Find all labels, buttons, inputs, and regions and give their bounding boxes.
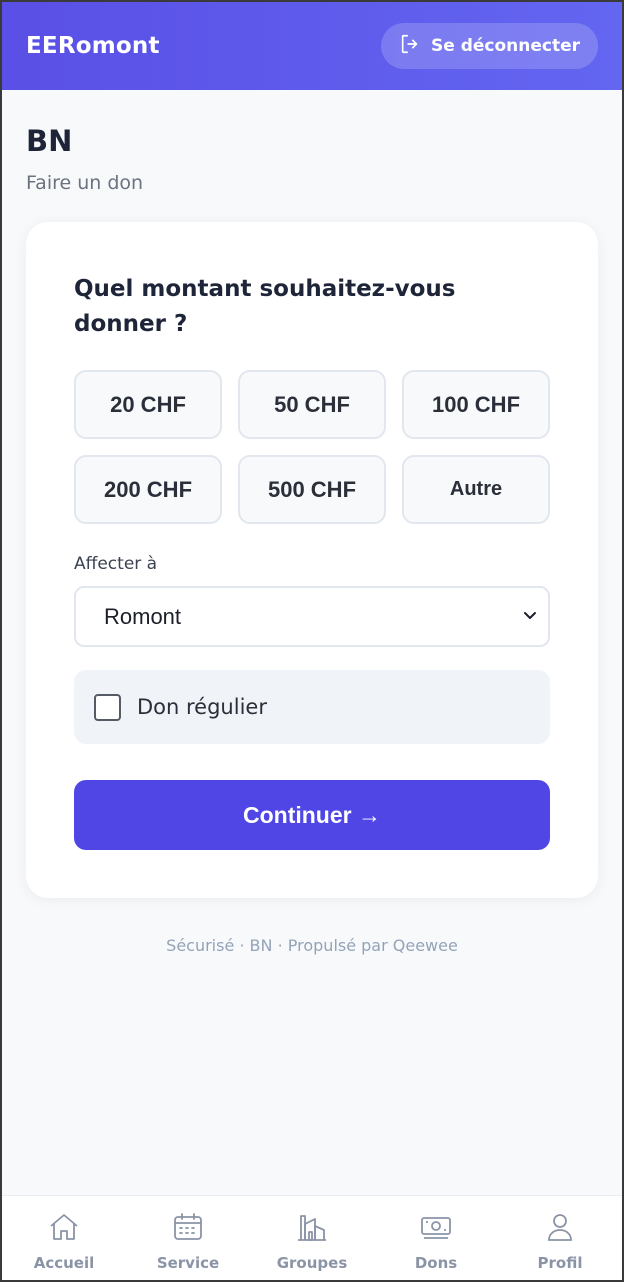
- recurring-label: Don régulier: [137, 695, 267, 719]
- tab-label: Groupes: [276, 1254, 348, 1272]
- amount-grid: 20 CHF 50 CHF 100 CHF 200 CHF 500 CHF Au…: [74, 370, 550, 524]
- tab-groupes[interactable]: Groupes: [250, 1196, 374, 1280]
- assign-select-value: Romont: [104, 603, 182, 629]
- logout-icon: [399, 33, 421, 60]
- amount-option-other[interactable]: Autre: [402, 455, 550, 524]
- amount-option-500[interactable]: 500 CHF: [238, 455, 386, 524]
- donation-question: Quel montant souhaitez-vous donner ?: [74, 276, 456, 337]
- building-icon: [295, 1210, 329, 1248]
- tab-profil[interactable]: Profil: [498, 1196, 622, 1280]
- brand-name: EERomont: [26, 33, 160, 59]
- tab-label: Accueil: [33, 1254, 95, 1272]
- footer-note: Sécurisé · BN · Propulsé par Qeewee: [166, 936, 458, 955]
- calendar-icon: [171, 1210, 205, 1248]
- page-title: BN: [26, 124, 73, 158]
- tab-label: Service: [156, 1254, 220, 1272]
- tab-label: Profil: [537, 1254, 583, 1272]
- amount-option-100[interactable]: 100 CHF: [402, 370, 550, 439]
- assign-label: Affecter à: [74, 554, 158, 574]
- chevron-down-icon: [522, 607, 538, 627]
- home-icon: [47, 1210, 81, 1248]
- tab-accueil[interactable]: Accueil: [2, 1196, 126, 1280]
- amount-option-20[interactable]: 20 CHF: [74, 370, 222, 439]
- logout-label: Se déconnecter: [431, 36, 580, 56]
- tab-dons[interactable]: Dons: [374, 1196, 498, 1280]
- app-header: EERomont Se déconnecter: [2, 2, 622, 90]
- page-subtitle: Faire un don: [26, 172, 144, 194]
- amount-option-200[interactable]: 200 CHF: [74, 455, 222, 524]
- tab-service[interactable]: Service: [126, 1196, 250, 1280]
- logout-button[interactable]: Se déconnecter: [381, 23, 598, 69]
- bottom-tab-bar: Accueil Service Groupes Dons Profil: [2, 1195, 622, 1280]
- money-icon: [419, 1210, 453, 1248]
- recurring-donation-toggle[interactable]: Don régulier: [74, 670, 550, 744]
- user-icon: [543, 1210, 577, 1248]
- continue-button[interactable]: Continuer →: [74, 780, 550, 850]
- amount-option-50[interactable]: 50 CHF: [238, 370, 386, 439]
- donation-card: Quel montant souhaitez-vous donner ? 20 …: [26, 222, 598, 898]
- recurring-checkbox[interactable]: [94, 693, 121, 721]
- tab-label: Dons: [414, 1254, 458, 1272]
- assign-select[interactable]: Romont: [74, 586, 550, 647]
